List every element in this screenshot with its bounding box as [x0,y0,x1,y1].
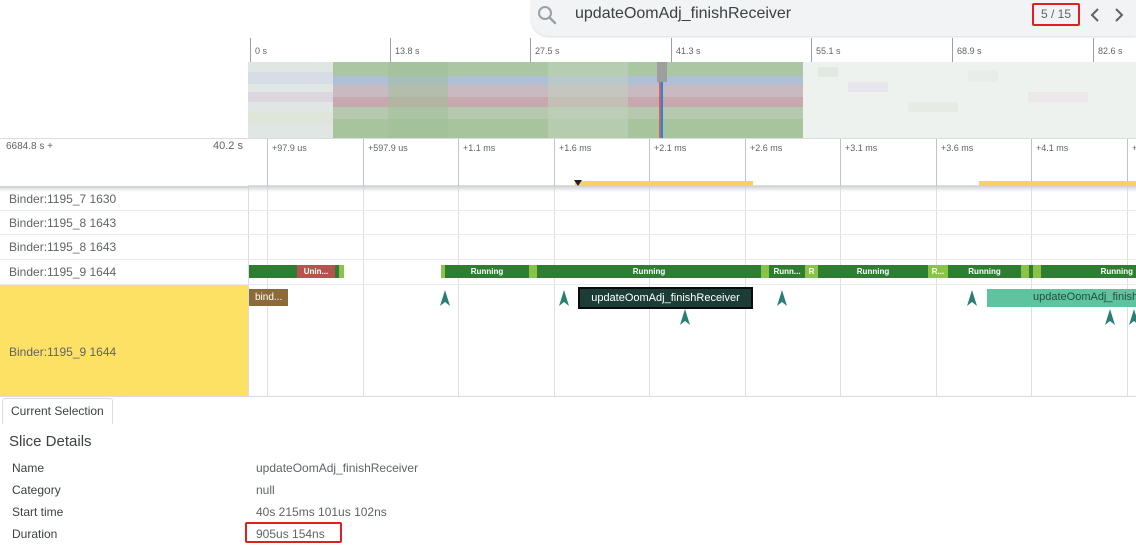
ruler-tick: +1.6 ms [554,139,591,187]
binder-slice[interactable]: bind... [249,289,288,306]
track-label[interactable]: Binder:1195_8 1643 [0,211,248,235]
ruler-tick: +3.6 ms [936,139,973,187]
thread-state-running[interactable] [249,265,297,278]
thread-state-runnable[interactable] [761,265,769,278]
thread-state-runnable[interactable] [1033,265,1041,278]
track-label[interactable]: Binder:1195_8 1643 [0,235,248,260]
overview-tick: 13.8 s [390,38,420,62]
overview-tick: 41.3 s [671,38,701,62]
previous-result-button[interactable] [1086,5,1104,25]
flow-arrow-icon[interactable] [966,290,978,306]
flow-arrow-icon[interactable] [439,290,451,306]
thread-state-running[interactable]: Running [948,265,1021,278]
flow-arrow-icon[interactable] [776,290,788,306]
flow-arrow-icon[interactable] [558,290,570,306]
overview-tick: 82.6 s [1093,38,1123,62]
detail-key-name: Name [12,461,45,475]
ruler-tick: + [1127,139,1136,187]
ruler-tick: +1.1 ms [458,139,495,187]
thread-state-running[interactable]: Running [445,265,529,278]
thread-state-running[interactable]: Runn... [769,265,805,278]
search-input[interactable]: updateOomAdj_finishReceiver [575,5,791,23]
detail-value-name[interactable]: updateOomAdj_finishReceiver [256,461,418,475]
chevron-right-icon [1115,8,1124,22]
time-offset-label: 40.2 s [213,140,243,152]
ruler-tick: +2.1 ms [649,139,686,187]
chevron-left-icon [1090,8,1099,22]
overview-tick: 0 s [250,38,267,62]
ruler-tick: +97.9 us [267,139,307,187]
details-tab-bar [0,396,1136,425]
thread-state-running[interactable]: Running [818,265,928,278]
time-base-label: 6684.8 s + [6,141,53,152]
overview-heatmap[interactable] [248,62,1136,138]
thread-state-uninterruptible[interactable]: Unin... [297,265,335,278]
flow-arrow-icon[interactable] [1128,309,1136,325]
ruler-tick: +4.1 ms [1031,139,1068,187]
detail-value-category: null [256,483,275,497]
thread-state-running[interactable]: Running [1041,265,1136,278]
overview-tick: 27.5 s [530,38,560,62]
ruler-tick: +597.9 us [363,139,408,187]
thread-state-runnable[interactable] [1021,265,1029,278]
thread-state-runnable[interactable]: R [805,265,818,278]
search-icon[interactable] [535,3,559,27]
track-label-highlighted[interactable]: Binder:1195_9 1644 [0,285,248,396]
ruler-tick: +2.6 ms [745,139,782,187]
next-result-button[interactable] [1110,5,1128,25]
detail-key-start-time: Start time [12,505,64,519]
annotation-highlight-box [245,522,342,543]
track-row [248,211,1136,235]
overview-tick: 55.1 s [811,38,841,62]
tab-current-selection[interactable]: Current Selection [2,398,113,424]
thread-state-runnable[interactable]: R... [928,265,948,278]
thread-state-running[interactable]: Running [537,265,761,278]
detail-value-start-time[interactable]: 40s 215ms 101us 102ns [256,505,387,519]
time-ruler[interactable]: +97.9 us +597.9 us +1.1 ms +1.6 ms +2.1 … [248,138,1136,187]
thread-state-runnable[interactable] [339,265,344,278]
matching-slice[interactable]: updateOomAdj_finishReceiver [987,289,1136,307]
flow-arrow-icon[interactable] [679,309,691,325]
track-label[interactable]: Binder:1195_9 1644 [0,260,248,285]
overview-left-panel [0,36,248,138]
overview-axis: 0 s 13.8 s 27.5 s 41.3 s 55.1 s 68.9 s 8… [248,38,1136,63]
thread-state-runnable[interactable] [529,265,537,278]
detail-key-category: Category [12,483,61,497]
header-shadow [0,186,1136,192]
flow-arrow-icon[interactable] [1104,309,1116,325]
search-result-count: 5 / 15 [1032,3,1080,26]
track-row [248,235,1136,260]
selected-slice[interactable]: updateOomAdj_finishReceiver [578,287,753,309]
ruler-tick: +3.1 ms [840,139,877,187]
detail-key-duration: Duration [12,527,58,541]
details-title: Slice Details [9,433,92,450]
overview-tick: 68.9 s [952,38,982,62]
